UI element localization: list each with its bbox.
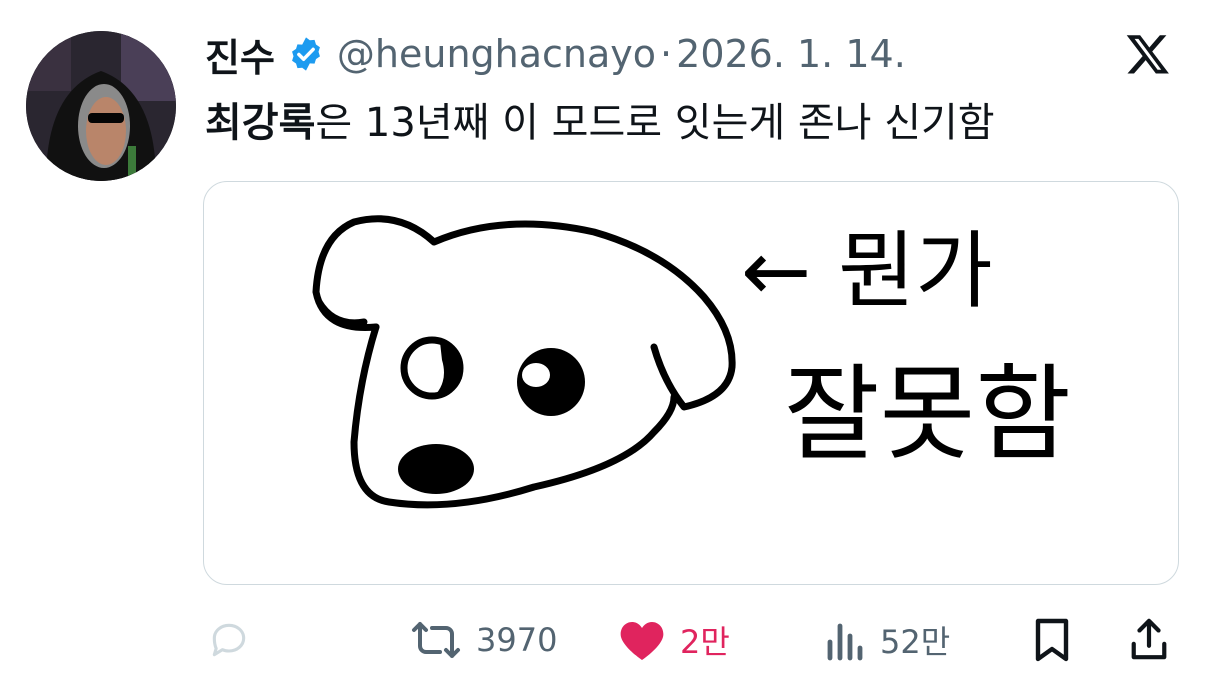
tweet-text-bold: 최강록 xyxy=(205,100,316,146)
views-count: 52만 xyxy=(880,623,951,661)
like-count: 2만 xyxy=(680,623,730,661)
tweet-header: 진수 @heunghacnayo · 2026. 1. 14. xyxy=(205,24,906,84)
avatar[interactable] xyxy=(26,31,176,181)
views-button[interactable]: 52만 xyxy=(826,615,950,665)
views-icon xyxy=(827,623,863,661)
x-logo-icon[interactable] xyxy=(1125,31,1171,77)
tweet-date[interactable]: 2026. 1. 14. xyxy=(676,32,906,76)
reply-icon xyxy=(212,623,246,657)
retweet-button[interactable]: 3970 xyxy=(410,615,557,665)
user-handle[interactable]: @heunghacnayo xyxy=(337,32,656,76)
dog-nose xyxy=(398,444,474,494)
retweet-icon xyxy=(412,622,460,658)
media-caption-line1: ← 뭔가 xyxy=(741,222,993,320)
retweet-count: 3970 xyxy=(476,621,558,659)
bookmark-button[interactable] xyxy=(1032,615,1072,665)
action-bar: 3970 2만 52만 xyxy=(0,605,1206,675)
tweet-text: 최강록은 13년째 이 모드로 잇는게 존나 신기함 xyxy=(205,96,995,150)
media-caption-line2: 잘못함 xyxy=(784,353,1071,475)
heart-icon xyxy=(620,622,664,660)
display-name[interactable]: 진수 xyxy=(205,27,275,82)
like-button[interactable]: 2만 xyxy=(618,615,730,665)
tweet-media[interactable]: ← 뭔가 잘못함 xyxy=(203,181,1179,585)
bookmark-icon xyxy=(1035,618,1069,662)
share-icon xyxy=(1131,618,1167,660)
reply-button[interactable] xyxy=(205,615,253,665)
verified-badge-icon xyxy=(287,35,325,73)
share-button[interactable] xyxy=(1128,615,1170,665)
separator-dot: · xyxy=(660,32,673,76)
tweet-text-rest: 은 13년째 이 모드로 잇는게 존나 신기함 xyxy=(315,100,995,146)
